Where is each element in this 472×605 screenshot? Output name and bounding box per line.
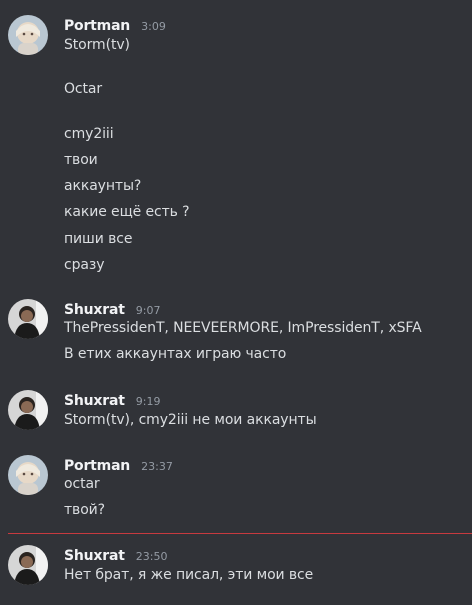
timestamp: 9:07 xyxy=(135,304,161,317)
message-header: Portman 3:09 xyxy=(64,15,166,34)
message-group: Portman 3:09 Storm(tv) Octar cmy2iii тво… xyxy=(0,15,472,275)
message-text: cmy2iii xyxy=(64,126,114,142)
message-group: Shuxrat 23:50 Нет брат, я же писал, эти … xyxy=(0,545,472,590)
message-text: Octar xyxy=(64,81,103,97)
message-text: сразу xyxy=(64,257,105,273)
portman-avatar-icon[interactable] xyxy=(8,15,48,55)
message-text: пиши все xyxy=(64,231,133,247)
author-name[interactable]: Portman xyxy=(64,458,130,474)
timestamp: 23:50 xyxy=(135,550,168,563)
timestamp: 23:37 xyxy=(141,460,173,473)
message-text: твой? xyxy=(64,502,106,518)
message-text: ThePressidenT, NEEVEERMORE, ImPressidenT… xyxy=(64,320,422,336)
message-text: какие ещё есть ? xyxy=(64,204,190,220)
portman-avatar-icon[interactable] xyxy=(8,455,48,495)
chat-message-list: Portman 3:09 Storm(tv) Octar cmy2iii тво… xyxy=(0,0,472,605)
message-header: Shuxrat 23:50 xyxy=(64,545,168,564)
shuxrat-avatar-icon[interactable] xyxy=(8,545,48,585)
shuxrat-avatar-icon[interactable] xyxy=(8,390,48,430)
message-text: octar xyxy=(64,476,100,492)
message-text: аккаунты? xyxy=(64,178,142,194)
message-group: Portman 23:37 octar твой? xyxy=(0,455,472,525)
author-name[interactable]: Shuxrat xyxy=(64,548,125,564)
message-text: В етих аккаунтах играю часто xyxy=(64,346,287,362)
message-header: Portman 23:37 xyxy=(64,455,173,474)
message-text: твои xyxy=(64,152,98,168)
shuxrat-avatar-icon[interactable] xyxy=(8,299,48,339)
message-text: Storm(tv), cmy2iii не мои аккаунты xyxy=(64,412,317,428)
message-text: Нет брат, я же писал, эти мои все xyxy=(64,567,314,583)
message-text: Storm(tv) xyxy=(64,37,130,53)
author-name[interactable]: Shuxrat xyxy=(64,302,125,318)
author-name[interactable]: Portman xyxy=(64,18,130,34)
timestamp: 3:09 xyxy=(141,20,166,33)
message-group: Shuxrat 9:07 ThePressidenT, NEEVEERMORE,… xyxy=(0,299,472,369)
message-header: Shuxrat 9:07 xyxy=(64,299,161,318)
message-header: Shuxrat 9:19 xyxy=(64,390,161,409)
timestamp: 9:19 xyxy=(135,395,161,408)
message-group: Shuxrat 9:19 Storm(tv), cmy2iii не мои а… xyxy=(0,390,472,435)
author-name[interactable]: Shuxrat xyxy=(64,393,125,409)
new-messages-divider xyxy=(8,533,472,534)
